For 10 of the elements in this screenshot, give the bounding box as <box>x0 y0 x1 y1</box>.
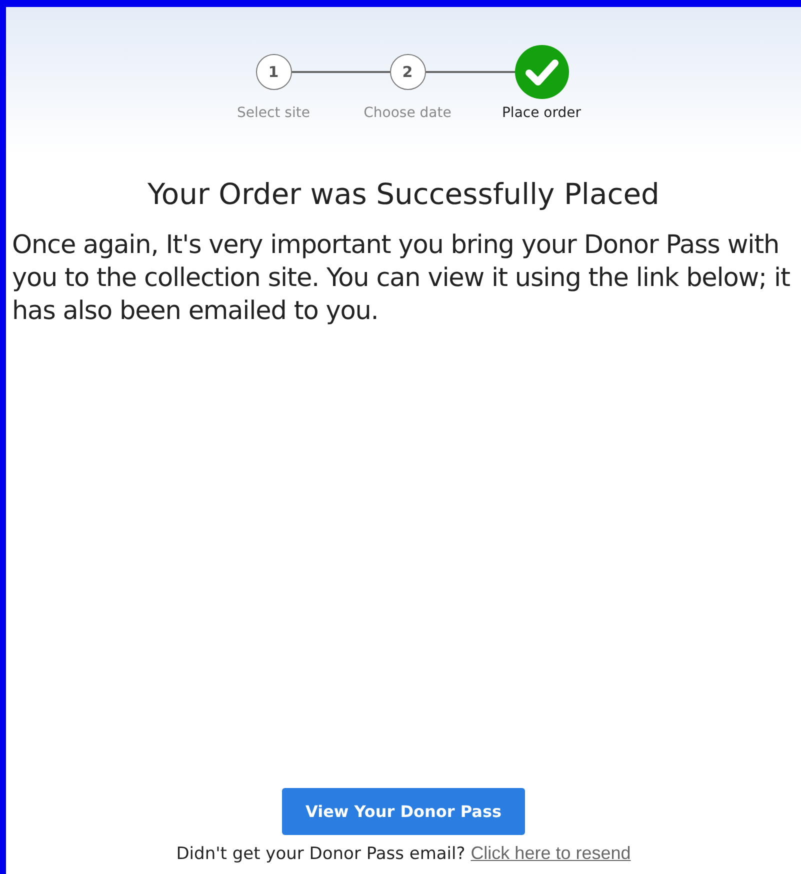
step-label: Place order <box>502 105 581 121</box>
resend-link[interactable]: Click here to resend <box>470 843 631 863</box>
step-label: Choose date <box>364 105 452 121</box>
message-text: Once again, It's very important you bring your Donor Pass with you to the collection site. You can view it using the link below; it has also been emailed to you. <box>12 229 791 328</box>
resend-prompt: Didn't get your Donor Pass email? <box>176 844 466 864</box>
step-label: Select site <box>237 105 310 121</box>
view-donor-pass-button[interactable]: View Your Donor Pass <box>282 788 525 835</box>
step-number: 2 <box>390 54 426 90</box>
step-number: 1 <box>256 54 292 90</box>
page-heading: Your Order was Successfully Placed <box>148 177 660 211</box>
